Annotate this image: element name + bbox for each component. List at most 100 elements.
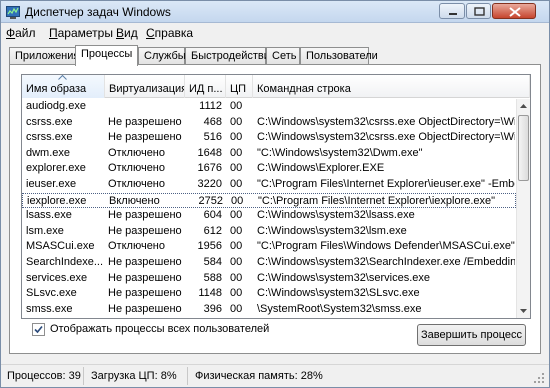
- sort-up-arrow-icon: [58, 75, 67, 80]
- cell-cpu: 00: [230, 256, 243, 268]
- table-row[interactable]: audiodg.exe 1112 00: [22, 99, 516, 114]
- cell-command-line: C:\Windows\system32\lsass.exe: [257, 209, 415, 222]
- menu-view[interactable]: Вид: [116, 26, 138, 40]
- cell-pid: 1956: [197, 240, 222, 253]
- cell-command-line: C:\Windows\system32\csrss.exe ObjectDire…: [257, 131, 515, 144]
- scroll-up-button[interactable]: [517, 99, 530, 113]
- vertical-scrollbar[interactable]: [516, 99, 530, 318]
- table-row[interactable]: lsass.exe Не разрешено 604 00 C:\Windows\sys…: [22, 208, 516, 223]
- end-process-button[interactable]: Завершить процесс: [417, 324, 526, 346]
- cell-cpu: 00: [231, 194, 244, 207]
- cell-virtualization: Не разрешено: [108, 115, 182, 128]
- column-image-name[interactable]: Имя образа: [22, 75, 105, 98]
- cell-command-line: "C:\Program Files\Windows Defender\MSASC…: [257, 240, 515, 253]
- column-command-line[interactable]: Командная строка: [253, 75, 530, 98]
- menu-help-mnemonic: С: [146, 26, 155, 40]
- cell-cpu: 00: [230, 146, 243, 159]
- status-process-count: Процессов: 39: [7, 370, 81, 382]
- cell-image-name: dwm.exe: [26, 146, 71, 159]
- window-title: Диспетчер задач Windows: [25, 5, 171, 19]
- cell-command-line: "C:\Windows\system32\Dwm.exe": [257, 146, 423, 159]
- cell-pid: 584: [203, 256, 222, 268]
- menu-help[interactable]: Справка: [146, 26, 193, 40]
- cell-virtualization: Отключено: [108, 240, 165, 253]
- process-list[interactable]: Имя образа Виртуализация ИД п... ЦП Кома…: [21, 74, 531, 319]
- show-all-users-checkbox[interactable]: [32, 323, 45, 336]
- cell-virtualization: Отключено: [108, 162, 165, 175]
- cell-virtualization: Включено: [109, 194, 160, 207]
- maximize-icon: [474, 7, 485, 16]
- column-virtualization[interactable]: Виртуализация: [105, 75, 185, 98]
- cell-command-line: C:\Windows\system32\services.exe: [257, 271, 430, 284]
- cell-image-name: csrss.exe: [26, 115, 73, 128]
- cell-pid: 1676: [197, 162, 222, 175]
- tab-applications[interactable]: Приложения: [9, 47, 79, 65]
- menu-options[interactable]: Параметры: [49, 26, 113, 40]
- status-cpu-usage: Загрузка ЦП: 8%: [91, 370, 177, 382]
- task-manager-window: Диспетчер задач Windows Файл Параметры В…: [0, 0, 550, 388]
- cell-pid: 1112: [199, 100, 222, 112]
- tab-users[interactable]: Пользователи: [300, 47, 378, 65]
- status-physical-memory: Физическая память: 28%: [195, 370, 323, 382]
- scroll-down-button[interactable]: [517, 304, 530, 318]
- menu-view-mnemonic: В: [116, 26, 125, 40]
- cell-virtualization: Не разрешено: [108, 287, 182, 300]
- column-cpu[interactable]: ЦП: [226, 75, 253, 98]
- processes-panel: Имя образа Виртуализация ИД п... ЦП Кома…: [9, 64, 541, 354]
- cell-image-name: MSASCui.exe: [26, 240, 95, 253]
- menu-file[interactable]: Файл: [6, 26, 36, 40]
- maximize-button[interactable]: [466, 3, 491, 19]
- menu-file-mnemonic: Ф: [6, 26, 16, 40]
- status-separator: [83, 367, 84, 385]
- table-row[interactable]: lsm.exe Не разрешено 612 00 C:\Windows\syste…: [22, 224, 516, 239]
- cell-cpu: 00: [230, 100, 243, 112]
- table-row[interactable]: explorer.exe Отключено 1676 00 C:\Windows\Ex…: [22, 161, 516, 176]
- cell-cpu: 00: [230, 302, 243, 315]
- title-bar[interactable]: Диспетчер задач Windows: [1, 1, 549, 23]
- cell-pid: 604: [203, 209, 222, 222]
- cell-image-name: services.exe: [26, 271, 88, 284]
- cell-virtualization: Отключено: [108, 178, 165, 190]
- column-pid[interactable]: ИД п...: [185, 75, 226, 98]
- cell-cpu: 00: [230, 287, 243, 300]
- cell-pid: 396: [203, 302, 222, 315]
- table-row[interactable]: services.exe Не разрешено 588 00 C:\Windows\…: [22, 271, 516, 286]
- minimize-button[interactable]: [439, 3, 465, 19]
- status-separator: [187, 367, 188, 385]
- tab-services[interactable]: Службы: [138, 47, 186, 65]
- table-row[interactable]: SLsvc.exe Не разрешено 1148 00 C:\Windows\sy…: [22, 286, 516, 301]
- cell-image-name: lsm.exe: [26, 224, 64, 237]
- menu-options-label: араметры: [57, 26, 113, 40]
- cell-command-line: "C:\Program Files\Internet Explorer\ieus…: [257, 178, 515, 190]
- process-rows: audiodg.exe 1112 00 csrss.exe Не разрешено 46…: [22, 99, 516, 318]
- table-row[interactable]: SearchIndexe... Не разрешено 584 00 C:\Windo…: [22, 255, 516, 270]
- table-row[interactable]: dwm.exe Отключено 1648 00 "C:\Windows\system…: [22, 146, 516, 161]
- cell-pid: 3220: [197, 178, 222, 190]
- table-row-selected[interactable]: iexplore.exe Включено 2752 00 "C:\Program Fi…: [22, 192, 516, 208]
- cell-cpu: 00: [230, 271, 243, 284]
- cell-command-line: C:\Windows\system32\SearchIndexer.exe /E…: [257, 256, 515, 268]
- cell-virtualization: Не разрешено: [108, 224, 182, 237]
- menu-help-label: правка: [154, 26, 194, 40]
- close-button[interactable]: [492, 3, 536, 19]
- cell-pid: 468: [203, 115, 222, 128]
- table-row[interactable]: MSASCui.exe Отключено 1956 00 "C:\Program Fi…: [22, 239, 516, 254]
- tab-performance[interactable]: Быстродействие: [185, 47, 276, 65]
- table-row[interactable]: csrss.exe Не разрешено 468 00 C:\Windows\sys…: [22, 115, 516, 130]
- column-image-name-label: Имя образа: [26, 83, 87, 95]
- tab-processes[interactable]: Процессы: [75, 45, 138, 66]
- table-row[interactable]: ieuser.exe Отключено 3220 00 "C:\Program Fil…: [22, 177, 516, 192]
- cell-command-line: "C:\Program Files\Internet Explorer\iexp…: [258, 194, 496, 207]
- cell-virtualization: Не разрешено: [108, 271, 182, 284]
- scrollbar-thumb[interactable]: [518, 115, 529, 181]
- tab-networking[interactable]: Сеть: [266, 47, 300, 65]
- tab-strip: Приложения Процессы Службы Быстродействи…: [9, 45, 541, 66]
- cell-pid: 1648: [197, 146, 222, 159]
- table-row[interactable]: csrss.exe Не разрешено 516 00 C:\Windows\sys…: [22, 130, 516, 145]
- table-row[interactable]: smss.exe Не разрешено 396 00 \SystemRoot\Sys…: [22, 302, 516, 317]
- cell-image-name: ieuser.exe: [26, 178, 77, 190]
- cell-command-line: C:\Windows\system32\SLsvc.exe: [257, 287, 420, 300]
- cell-pid: 2752: [198, 194, 223, 207]
- resize-grip-icon[interactable]: [534, 373, 546, 385]
- cell-pid: 1148: [198, 287, 222, 300]
